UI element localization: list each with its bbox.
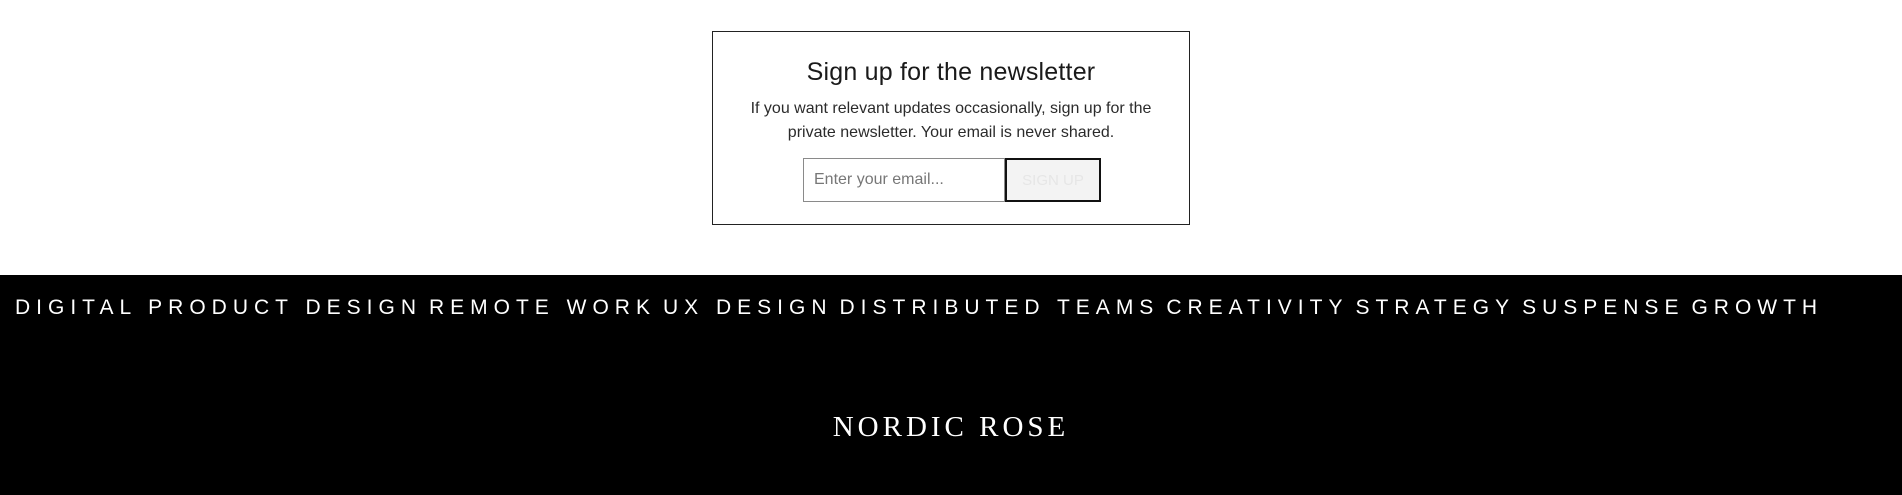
signup-button[interactable]: Sign up: [1005, 158, 1101, 202]
newsletter-form: Sign up: [803, 158, 1101, 202]
tag-distributed-teams[interactable]: Distributed teams: [840, 295, 1160, 321]
newsletter-title: Sign up for the newsletter: [806, 58, 1096, 86]
tag-strategy[interactable]: Strategy: [1355, 295, 1515, 321]
tag-remote-work[interactable]: Remote work: [429, 295, 656, 321]
brand-logo[interactable]: NORDIC ROSE: [0, 410, 1902, 444]
tag-ux-design[interactable]: UX design: [663, 295, 833, 321]
newsletter-card: Sign up for the newsletter If you want r…: [712, 31, 1190, 225]
main-content: Sign up for the newsletter If you want r…: [0, 0, 1902, 275]
site-footer: Digital product design Remote work UX de…: [0, 275, 1902, 495]
newsletter-description: If you want relevant updates occasionall…: [750, 100, 1152, 141]
tag-digital-product-design[interactable]: Digital product design: [15, 295, 422, 321]
tag-growth[interactable]: Growth: [1691, 295, 1823, 321]
tag-suspense[interactable]: Suspense: [1522, 295, 1684, 321]
email-input[interactable]: [803, 158, 1005, 202]
footer-tags: Digital product design Remote work UX de…: [15, 295, 1830, 321]
tag-creativity[interactable]: Creativity: [1166, 295, 1348, 321]
